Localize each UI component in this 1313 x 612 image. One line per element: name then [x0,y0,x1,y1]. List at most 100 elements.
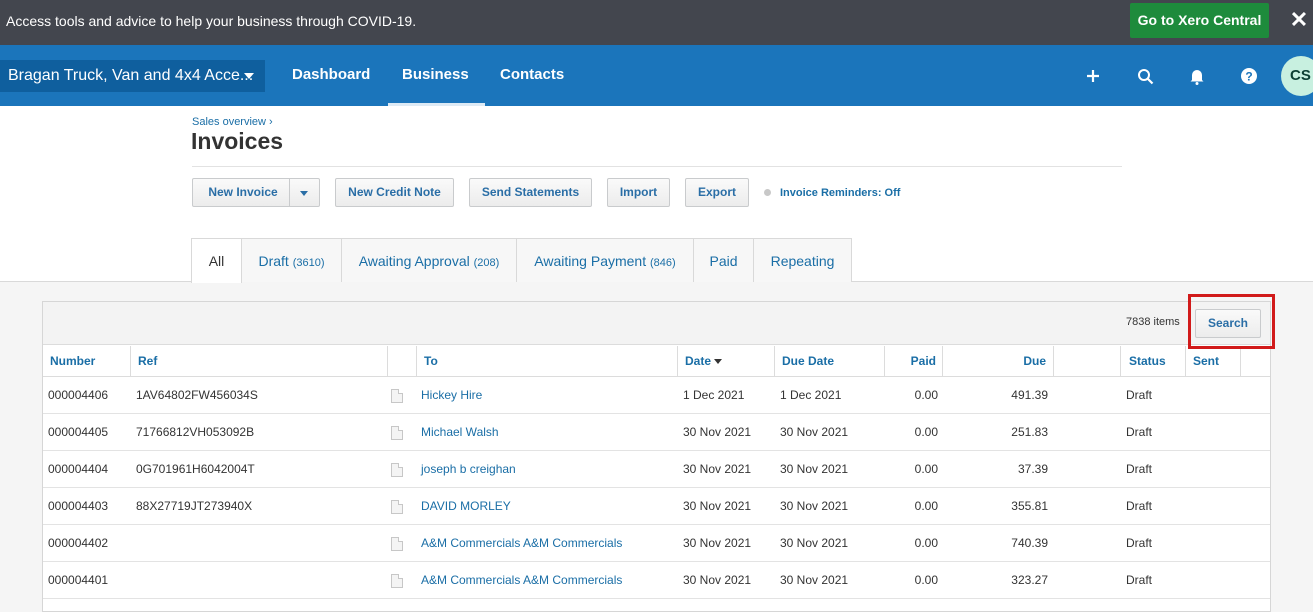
invoice-number: 000004403 [48,499,109,513]
contact-link[interactable]: DAVID MORLEY [421,488,511,525]
notifications-bell-icon[interactable] [1186,65,1208,87]
document-icon [391,500,403,514]
contact-link[interactable]: Hickey Hire [421,377,482,414]
contact-link[interactable]: A&M Commercials A&M Commercials [421,525,622,562]
column-header-due[interactable]: Due [942,346,1046,376]
column-header-sent[interactable]: Sent [1193,346,1219,376]
invoice-date: 30 Nov 2021 [683,499,752,513]
invoice-date: 30 Nov 2021 [683,462,752,476]
table-row[interactable]: 000004401 A&M Commercials A&M Commercial… [43,562,1270,599]
invoice-due: 355.81 [1011,499,1048,513]
table-row[interactable]: 000004402 A&M Commercials A&M Commercial… [43,525,1270,562]
help-icon[interactable]: ? [1238,65,1260,87]
tab-draft[interactable]: Draft (3610) [241,238,342,282]
column-divider [387,346,388,376]
column-header-paid[interactable]: Paid [884,346,936,376]
tab-repeating[interactable]: Repeating [753,238,852,282]
column-header-date[interactable]: Date [685,346,723,376]
invoice-status: Draft [1126,388,1153,402]
invoice-date: 30 Nov 2021 [683,425,752,439]
breadcrumb[interactable]: Sales overview › [192,116,273,128]
new-invoice-button[interactable]: New Invoice [192,178,320,207]
nav-business[interactable]: Business [402,66,469,83]
contact-link[interactable]: joseph b creighan [421,451,516,488]
column-header-due-date[interactable]: Due Date [782,346,834,376]
invoice-due-date: 30 Nov 2021 [780,425,849,439]
chevron-down-icon[interactable] [300,191,308,196]
nav-active-indicator [388,103,485,106]
column-header-number[interactable]: Number [50,346,95,376]
tab-label: Paid [709,253,738,269]
column-divider [1185,346,1186,376]
column-header-ref[interactable]: Ref [138,346,157,376]
top-nav: Bragan Truck, Van and 4x4 Acce... Dashbo… [0,45,1313,106]
tab-paid[interactable]: Paid [693,238,754,282]
invoice-ref: 1AV64802FW456034S [136,388,258,402]
close-icon[interactable]: ✕ [1288,9,1310,31]
table-row[interactable]: 000004404 0G701961H6042004T joseph b cre… [43,451,1270,488]
invoice-due: 251.83 [1011,425,1048,439]
column-divider [1053,346,1054,376]
invoice-status: Draft [1126,573,1153,587]
invoice-status: Draft [1126,499,1153,513]
invoice-ref: 71766812VH053092B [136,425,255,439]
org-switcher[interactable]: Bragan Truck, Van and 4x4 Acce... [0,60,265,92]
column-header-to[interactable]: To [424,346,438,376]
covid-banner: Access tools and advice to help your bus… [0,0,1313,45]
new-credit-note-button[interactable]: New Credit Note [335,178,454,207]
tab-count: (3610) [292,257,325,269]
button-divider [289,179,290,206]
search-icon[interactable] [1134,65,1156,87]
table-row[interactable]: 000004406 1AV64802FW456034S Hickey Hire … [43,377,1270,414]
invoice-date: 1 Dec 2021 [683,388,745,402]
invoice-paid: 0.00 [914,573,938,587]
go-to-xero-central-button[interactable]: Go to Xero Central [1130,3,1269,38]
items-count: 7838 items [1126,316,1180,328]
invoice-number: 000004401 [48,573,109,587]
invoice-status: Draft [1126,462,1153,476]
divider [192,166,1122,167]
tab-label: Draft [258,253,289,269]
send-statements-button[interactable]: Send Statements [469,178,592,207]
tab-awaiting-payment[interactable]: Awaiting Payment (846) [516,238,694,282]
banner-text: Access tools and advice to help your bus… [6,13,417,29]
tab-awaiting-approval[interactable]: Awaiting Approval (208) [341,238,517,282]
tab-label: All [208,253,225,269]
invoice-due: 37.39 [1017,462,1048,476]
invoice-due: 740.39 [1011,536,1048,550]
table-row[interactable]: 000004403 88X27719JT273940X DAVID MORLEY… [43,488,1270,525]
invoice-due-date: 1 Dec 2021 [780,388,842,402]
tab-all[interactable]: All [191,238,242,283]
document-icon [391,537,403,551]
invoice-due-date: 30 Nov 2021 [780,536,849,550]
invoice-status: Draft [1126,536,1153,550]
export-button[interactable]: Export [685,178,749,207]
invoice-number: 000004406 [48,388,109,402]
add-icon[interactable] [1082,65,1104,87]
table-row[interactable]: 000004405 71766812VH053092B Michael Wals… [43,414,1270,451]
invoice-due-date: 30 Nov 2021 [780,499,849,513]
invoice-number: 000004404 [48,462,109,476]
document-icon [391,574,403,588]
invoice-number: 000004402 [48,536,109,550]
document-icon [391,463,403,477]
invoice-due: 491.39 [1011,388,1048,402]
sort-descending-icon [714,359,723,365]
import-button[interactable]: Import [607,178,670,207]
document-icon [391,389,403,403]
invoice-ref: 0G701961H6042004T [136,462,255,476]
invoice-reminders-link[interactable]: Invoice Reminders: Off [780,187,900,199]
contact-link[interactable]: A&M Commercials A&M Commercials [421,562,622,599]
search-highlight-annotation [1188,294,1275,349]
contact-link[interactable]: Michael Walsh [421,414,499,451]
column-divider [130,346,131,376]
column-header-status[interactable]: Status [1129,346,1166,376]
avatar[interactable]: CS [1281,56,1313,96]
invoices-table: 7838 items Search Number Ref To Date Due… [42,301,1271,612]
invoice-number: 000004405 [48,425,109,439]
nav-dashboard[interactable]: Dashboard [292,66,370,83]
invoice-paid: 0.00 [914,462,938,476]
column-divider [1240,346,1241,376]
invoice-paid: 0.00 [914,536,938,550]
nav-contacts[interactable]: Contacts [500,66,564,83]
